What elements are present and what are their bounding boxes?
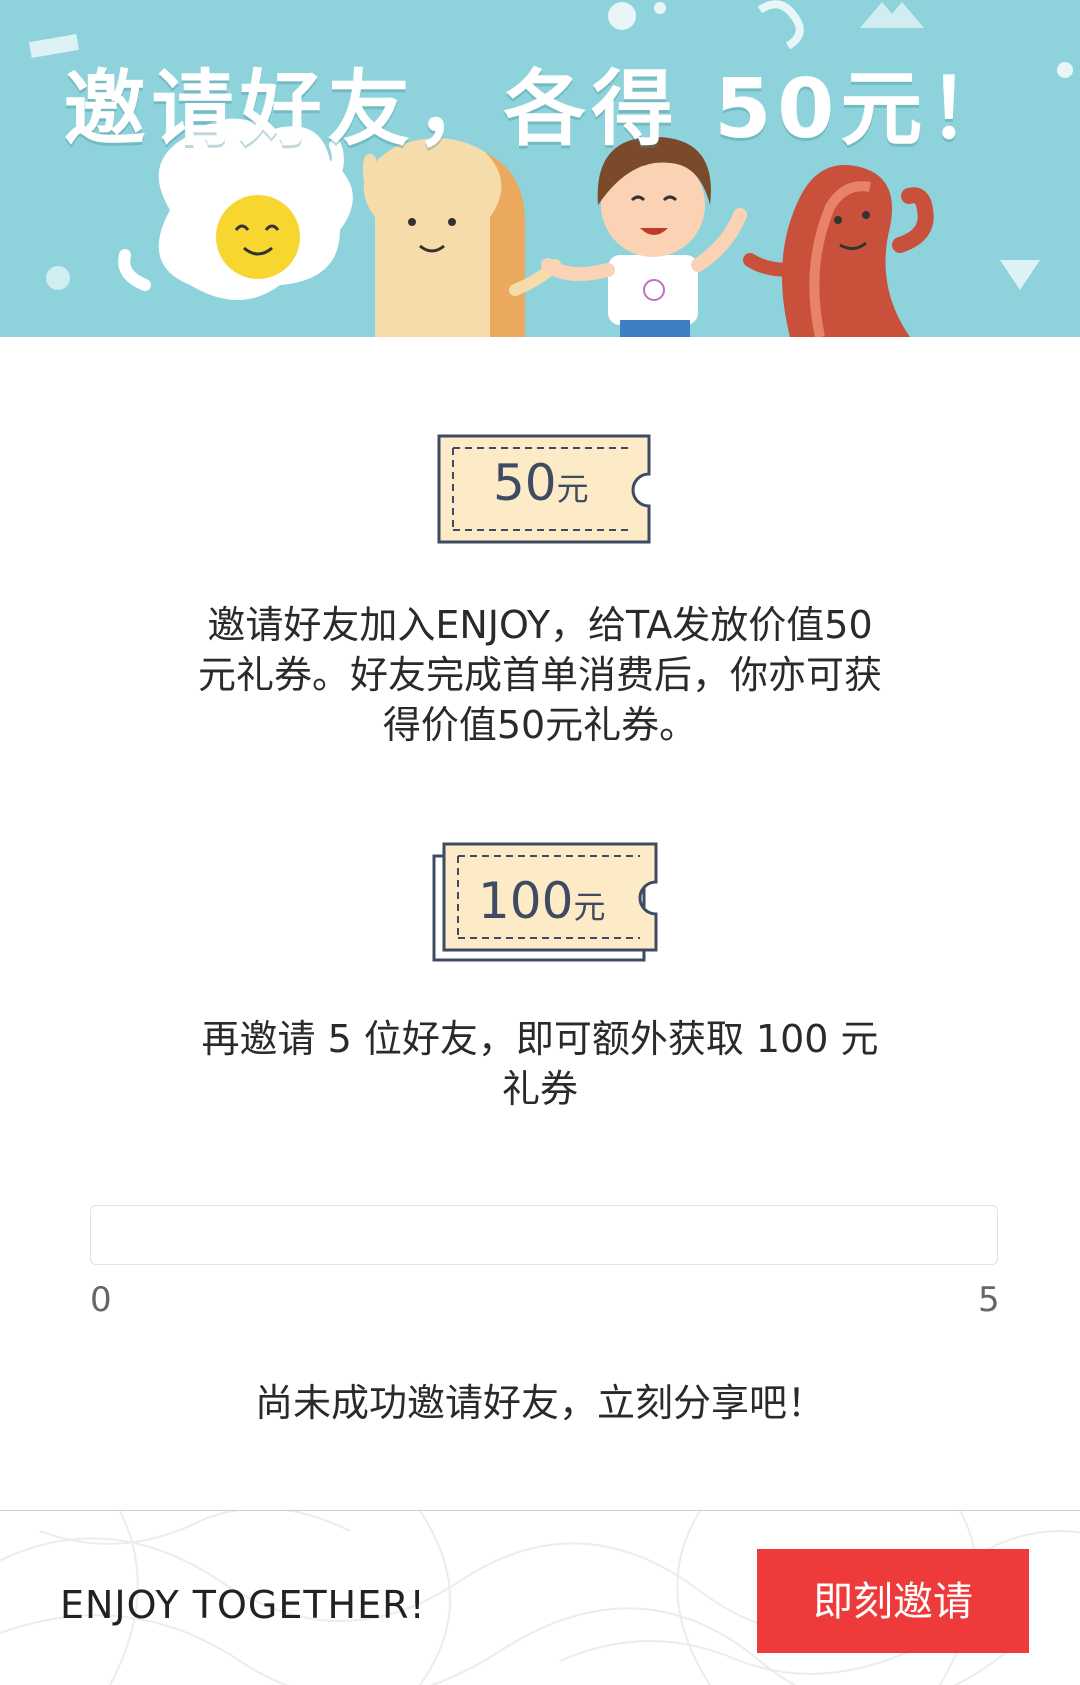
invite-now-button[interactable]: 即刻邀请 [757,1549,1029,1653]
invite-status-text: 尚未成功邀请好友，立刻分享吧！ [254,1381,825,1425]
progress-max-label: 5 [978,1280,1000,1320]
invite-progress-bar [90,1205,998,1265]
invite-description: 邀请好友加入ENJOY，给TA发放价值50 元礼券。好友完成首单消费后，你亦可获… [197,603,882,747]
hero-banner: 邀请好友，各得 50元！ [0,0,1080,337]
coupon-single-value: 50元 [493,454,589,512]
boy-character-icon [541,136,747,337]
coupon-stack: 100元 [430,840,660,964]
footer-bar: ENJOY TOGETHER! 即刻邀请 [0,1510,1080,1685]
coupon-single: 50元 [437,434,651,544]
bacon-character-icon [743,165,934,337]
coupon-stack-value: 100元 [478,872,606,930]
banner-title: 邀请好友，各得 50元！ [63,62,1017,157]
footer-slogan: ENJOY TOGETHER! [60,1583,426,1627]
progress-min-label: 0 [90,1280,112,1320]
bonus-description: 再邀请 5 位好友，即可额外获取 100 元 礼券 [201,1017,879,1111]
toast-character-icon [362,138,561,337]
